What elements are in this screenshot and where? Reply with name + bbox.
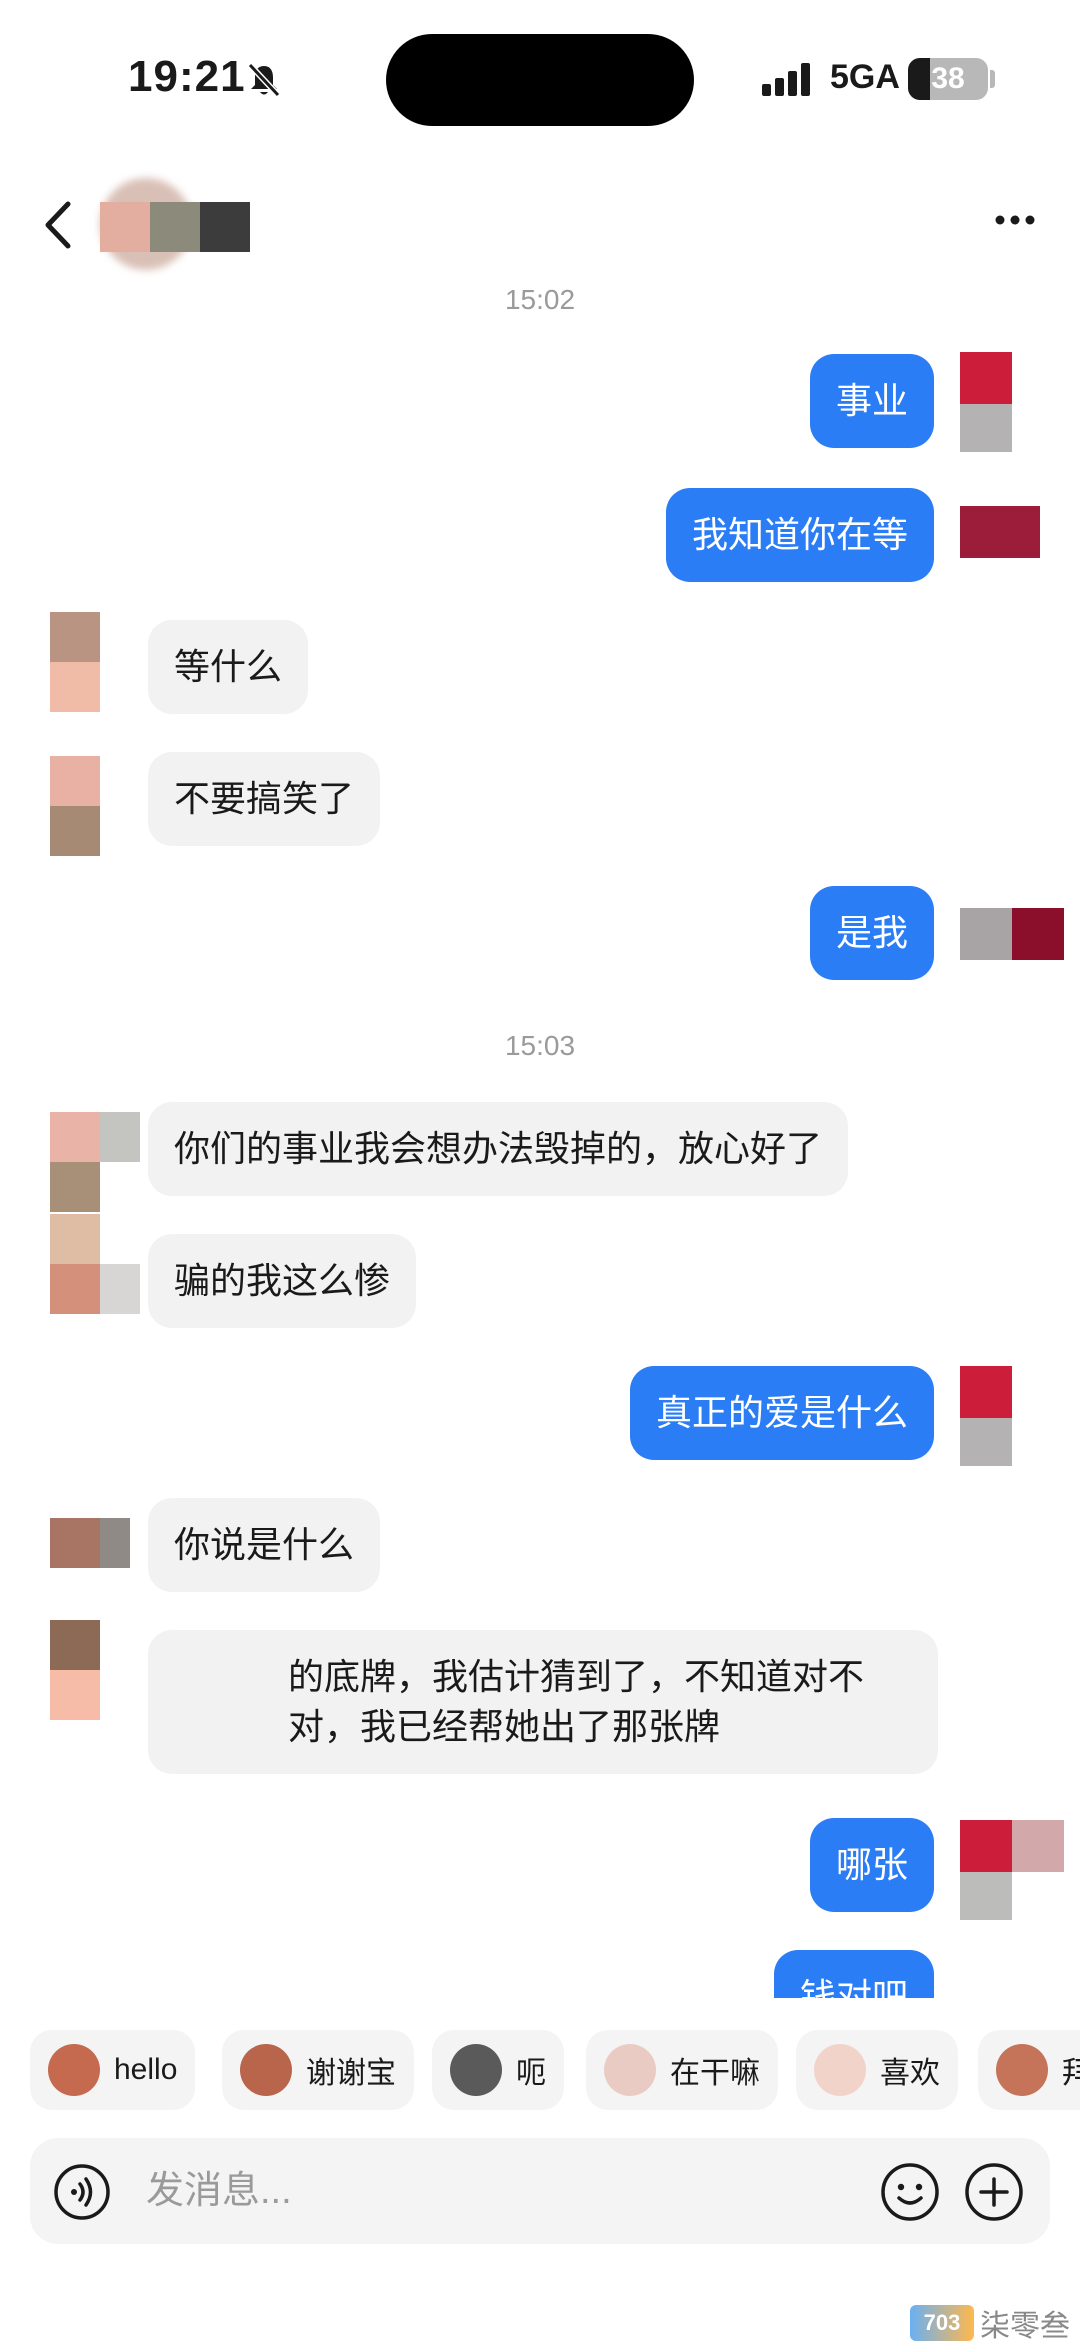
watermark-logo: 703: [910, 2305, 974, 2341]
contact-avatar-small[interactable]: [50, 1620, 150, 1720]
quick-reply-chip[interactable]: hello: [30, 2030, 196, 2110]
quick-reply-chip[interactable]: 谢谢宝: [222, 2030, 414, 2110]
contact-avatar-small[interactable]: [50, 1214, 150, 1314]
message-bubble-outgoing[interactable]: 真正的爱是什么: [629, 1366, 934, 1460]
message-bubble-incoming[interactable]: 你说是什么: [148, 1498, 381, 1592]
smiley-icon[interactable]: [878, 2160, 942, 2224]
my-avatar[interactable]: [960, 1366, 1060, 1466]
voice-icon[interactable]: [52, 2162, 112, 2222]
bell-muted-icon: [247, 62, 281, 98]
contact-avatar-small[interactable]: [50, 756, 150, 856]
message-bubble-incoming[interactable]: 不要搞笑了: [148, 752, 381, 846]
message-bubble-incoming[interactable]: 等什么: [148, 620, 309, 714]
message-input[interactable]: [146, 2160, 766, 2222]
signal-icon: [762, 63, 810, 96]
status-time: 19:21: [128, 52, 246, 101]
wave-emoji-icon: [996, 2044, 1048, 2096]
message-bubble-incoming[interactable]: 的底牌，我估计猜到了，不知道对不对，我已经帮她出了那张牌: [148, 1630, 938, 1774]
my-avatar[interactable]: [960, 1820, 1064, 1920]
network-label: 5GA: [830, 58, 900, 96]
contact-avatar-small[interactable]: [50, 612, 150, 712]
quick-reply-bar: hello 谢谢宝 呃 在干嘛 喜欢 拜: [0, 2030, 1080, 2112]
doll-heart-emoji-icon: [814, 2044, 866, 2096]
my-avatar[interactable]: [960, 352, 1060, 452]
message-clip: 钱对吧: [0, 1940, 1080, 1998]
contact-name-redacted[interactable]: [100, 202, 290, 252]
quick-reply-chip[interactable]: 在干嘛: [586, 2030, 778, 2110]
message-bubble-outgoing[interactable]: 我知道你在等: [665, 488, 934, 582]
message-bubble-outgoing[interactable]: 哪张: [809, 1818, 934, 1912]
message-bubble-incoming[interactable]: 你们的事业我会想办法毁掉的，放心好了: [148, 1102, 849, 1196]
watermark: 703 柒零叁: [910, 2300, 1080, 2346]
battery-level: 38: [931, 62, 965, 95]
monkey-emoji-icon: [48, 2044, 100, 2096]
message-bubble-outgoing[interactable]: 是我: [809, 886, 934, 980]
message-text: 的底牌，我估计猜到了，不知道对不对，我已经帮她出了那张牌: [288, 1656, 865, 1747]
quick-reply-chip[interactable]: 呃: [432, 2030, 564, 2110]
message-bubble-incoming[interactable]: 骗的我这么惨: [148, 1234, 417, 1328]
timestamp: 15:03: [504, 1030, 576, 1061]
chat-header: [0, 170, 1080, 280]
quick-reply-chip[interactable]: 喜欢: [796, 2030, 958, 2110]
monkey-flower-emoji-icon: [240, 2044, 292, 2096]
plus-icon[interactable]: [962, 2160, 1026, 2224]
message-composer: [30, 2138, 1050, 2244]
battery-indicator: 38: [908, 58, 988, 100]
message-bubble-outgoing[interactable]: 钱对吧: [773, 1950, 934, 1998]
status-bar: 19:21 5GA 38: [0, 0, 1080, 160]
contact-avatar-small[interactable]: [50, 1518, 150, 1618]
my-avatar[interactable]: [960, 500, 1060, 600]
dynamic-island: [386, 34, 694, 126]
timestamp: 15:02: [504, 284, 576, 315]
message-bubble-outgoing[interactable]: 事业: [809, 354, 934, 448]
cat-emoji-icon: [450, 2044, 502, 2096]
more-dots-icon[interactable]: [980, 190, 1050, 250]
my-avatar[interactable]: [960, 908, 1064, 1008]
watermark-text: 柒零叁: [980, 2310, 1070, 2343]
contact-avatar-small[interactable]: [50, 1112, 150, 1212]
chevron-left-icon[interactable]: [30, 190, 90, 260]
quick-reply-chip[interactable]: 拜: [978, 2030, 1080, 2110]
doll-emoji-icon: [604, 2044, 656, 2096]
